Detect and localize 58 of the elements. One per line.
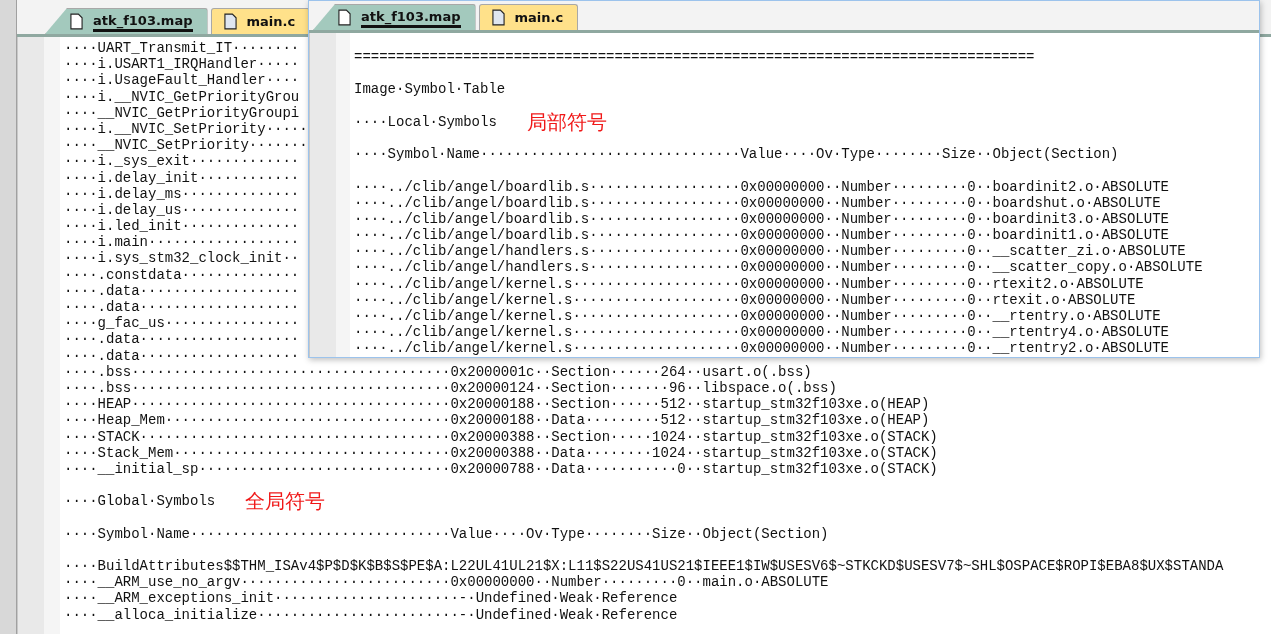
code-line: ····Heap_Mem··································0x20000188··Data·········512··startup_stm32f103xe.o(HEAP) xyxy=(64,412,930,429)
file-tab[interactable]: main.c xyxy=(210,8,311,34)
annotation-label: 全局符号 xyxy=(245,491,326,512)
code-line: ····__alloca_initialize························-·Undefined·Weak·Reference xyxy=(64,606,678,623)
code-line: ····../clib/angel/kernel.s····················0x00000000··Number·········0··__rtentry.o·ABSOLUTE xyxy=(354,308,1161,325)
code-line: ····STACK·····································0x20000388··Section·····1024··startup_stm32f103xe.o(STACK) xyxy=(64,428,938,445)
code-line: ····.constdata·············· xyxy=(64,266,300,283)
file-tab[interactable]: atk_f103.map xyxy=(313,4,476,30)
code-line: ····i.delay_init············ xyxy=(64,169,300,186)
code-line: Image·Symbol·Table xyxy=(354,81,506,98)
code-line: ····__initial_sp······························0x20000788··Data···········0··startup_stm32f103xe.o(STACK) xyxy=(64,460,938,478)
code-line: ····Global·Symbols xyxy=(64,493,216,510)
code-line: ····i._sys_exit············· xyxy=(64,153,300,170)
code-line: ····../clib/angel/kernel.s····················0x00000000··Number·········0··__rtentry4.o·ABSOLUTE xyxy=(354,324,1169,341)
code-line: ····i.delay_ms·············· xyxy=(64,185,300,202)
file-tab[interactable]: main.c xyxy=(478,4,579,30)
code-line: ····UART_Transmit_IT········ xyxy=(64,40,300,57)
document-icon xyxy=(491,9,505,26)
code-line: ····.data··················· xyxy=(64,282,300,299)
document-icon xyxy=(223,13,237,30)
code-line: ····../clib/angel/kernel.s····················0x00000000··Number·········0··rtexit.o·ABSOLUTE xyxy=(354,291,1136,308)
code-line: ····i.sys_stm32_clock_init·· xyxy=(64,250,300,267)
file-tab[interactable]: atk_f103.map xyxy=(45,8,208,34)
code-line: ····../clib/angel/boardlib.s··················0x00000000··Number·········0··boardinit3.o·ABSOLUTE xyxy=(354,210,1169,228)
code-line: ····../clib/angel/kernel.s····················0x00000000··Number·········0··__rtentry2.o·ABSOLUTE xyxy=(354,340,1169,357)
code-line: ····__NVIC_SetPriority······· xyxy=(64,137,308,154)
document-icon xyxy=(70,13,83,30)
code-line: ================================================================================= xyxy=(354,49,1035,66)
code-line: ····.data··················· xyxy=(64,299,300,316)
code-line: ····Symbol·Name·······························Value····Ov·Type········Size··Object(Section) xyxy=(354,146,1119,163)
annotation-label: 局部符号 xyxy=(526,111,607,132)
code-line: ····.data··················· xyxy=(64,331,300,348)
code-line: ····../clib/angel/handlers.s··················0x00000000··Number·········0··__scatter_copy.o·ABSOLUTE xyxy=(354,259,1203,276)
code-line: ····.bss······································0x2000001c··Section······264··usart.o(.bss) xyxy=(64,363,812,380)
code-line: ····../clib/angel/boardlib.s··················0x00000000··Number·········0··boardinit1.o·ABSOLUTE xyxy=(354,227,1169,244)
code-line: ····.bss······································0x20000124··Section·······96··libspace.o(.bss) xyxy=(64,379,837,397)
code-line: ····Local·Symbols xyxy=(354,113,497,130)
code-line: ····Symbol·Name·······························Value····Ov·Type········Size··Object(Section) xyxy=(64,525,829,542)
code-line: ····i.USART1_IRQHandler····· xyxy=(64,56,300,73)
code-line: ····Stack_Mem·································0x20000388··Data········1024··startup_stm32f103xe.o(STACK) xyxy=(64,444,938,461)
code-line: ····i.__NVIC_GetPriorityGrou xyxy=(64,88,300,105)
code-line: ····../clib/angel/boardlib.s··················0x00000000··Number·········0··boardinit2.o·ABSOLUTE xyxy=(354,178,1169,195)
code-line: ····g_fac_us················ xyxy=(64,315,300,332)
code-line: ····.data··················· xyxy=(64,347,300,364)
code-line: ····__ARM_exceptions_init······················-·Undefined·Weak·Reference xyxy=(64,590,678,607)
code-line: ····i.led_init·············· xyxy=(64,218,300,235)
code-line: ····i.delay_us·············· xyxy=(64,201,300,219)
code-line: ····../clib/angel/boardlib.s··················0x00000000··Number·········0··boardshut.o·ABSOLUTE xyxy=(354,194,1161,211)
document-icon xyxy=(338,9,351,26)
code-line: ····i.main·················· xyxy=(64,234,300,251)
code-line: ····../clib/angel/kernel.s····················0x00000000··Number·········0··rtexit2.o·ABSOLUTE xyxy=(354,275,1144,292)
code-line: ····../clib/angel/handlers.s··················0x00000000··Number·········0··__scatter_zi.o·ABSOLUTE xyxy=(354,243,1186,260)
code-line: ····BuildAttributes$$THM_ISAv4$P$D$K$B$S$PE$A:L22UL41UL21$X:L11$S22US41US21$IEEE1$IW$USESV6$~STKCKD$USESV7$~SHL$OSPACE$ROPI$EBA8$UX$STANDA xyxy=(64,558,1224,575)
code-line: ····i.UsageFault_Handler···· xyxy=(64,72,300,89)
code-line: ····__NVIC_GetPriorityGroupi xyxy=(64,104,300,121)
code-line: ····i.__NVIC_SetPriority····· xyxy=(64,120,308,138)
code-line: ····HEAP······································0x20000188··Section······512··startup_stm32f103xe.o(HEAP) xyxy=(64,396,930,413)
code-line: ····__ARM_use_no_argv·························0x00000000··Number·········0··main.o·ABSOLUTE xyxy=(64,574,829,591)
